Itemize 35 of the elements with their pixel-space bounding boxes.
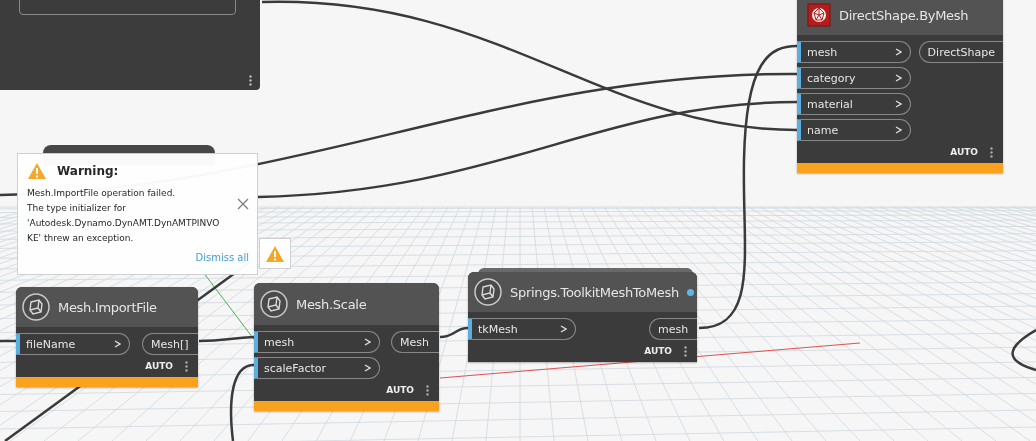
warning-icon	[27, 162, 47, 180]
chevron-icon	[895, 48, 902, 56]
node-title: Springs.ToolkitMeshToMesh	[510, 284, 679, 300]
polyhedron-icon	[807, 3, 831, 27]
more-icon[interactable]	[426, 384, 429, 396]
chevron-icon	[114, 340, 121, 348]
chevron-icon	[560, 325, 567, 333]
warning-icon	[265, 244, 285, 263]
chevron-icon	[364, 338, 371, 346]
run-mode-label: AUTO	[145, 361, 173, 371]
run-mode-label: AUTO	[644, 346, 672, 356]
chevron-icon	[364, 364, 371, 372]
mesh-icon	[474, 278, 502, 306]
warning-title: Warning:	[57, 164, 119, 178]
more-icon[interactable]	[185, 360, 188, 372]
node-card[interactable]: Mesh.ImportFile fileName Mesh[] AUTO	[16, 287, 198, 387]
more-icon[interactable]	[249, 75, 252, 86]
node-card[interactable]: DirectShape.ByMesh mesh category material name DirectShape AUTO	[797, 0, 1003, 173]
run-mode-label: AUTO	[386, 385, 414, 395]
chevron-icon	[895, 74, 902, 82]
chevron-icon	[895, 100, 902, 108]
node-card[interactable]: Mesh.Scale mesh scaleFactor Mesh AUTO	[254, 283, 439, 411]
more-icon[interactable]	[990, 146, 993, 158]
mesh-icon	[22, 293, 50, 321]
mesh-icon	[260, 290, 288, 318]
node-title: Mesh.ImportFile	[58, 299, 157, 315]
chevron-icon	[895, 126, 902, 134]
more-icon[interactable]	[684, 345, 687, 357]
close-icon[interactable]	[237, 198, 249, 210]
code-block-node[interactable]	[0, 0, 260, 90]
node-card[interactable]: Springs.ToolkitMeshToMesh tkMesh mesh AUTO	[468, 272, 697, 362]
node-title: Mesh.Scale	[296, 296, 367, 312]
node-title: DirectShape.ByMesh	[839, 7, 969, 23]
run-mode-label: AUTO	[950, 147, 978, 157]
warning-message: Mesh.ImportFile operation failed. The type initializer for 'Autodesk.Dynamo.DynAMT.DynAMTPINVO KE' threw an exception.	[27, 187, 220, 245]
